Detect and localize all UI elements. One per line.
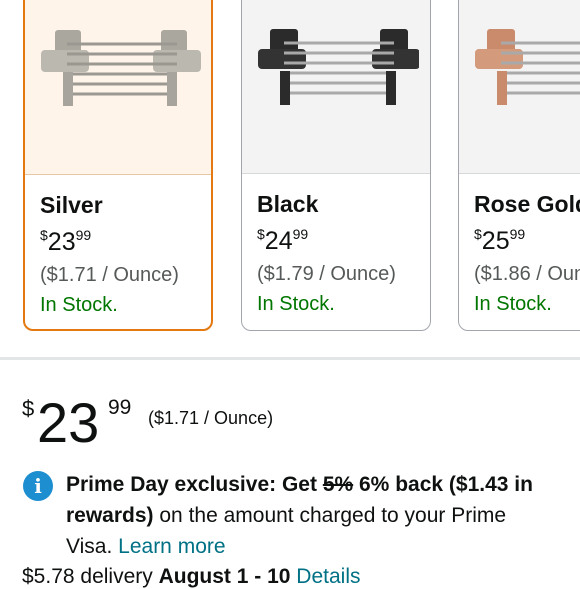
- variant-card-black[interactable]: Black $2499 ($1.79 / Ounce) In Stock.: [241, 0, 431, 331]
- price-whole: 23: [37, 391, 100, 454]
- variant-stock-status: In Stock.: [40, 294, 118, 316]
- price-fraction: 99: [108, 396, 132, 419]
- dish-rack-image: [41, 30, 201, 106]
- price-currency: $: [22, 396, 35, 421]
- variant-unit-price: ($1.86 / Ounce): [474, 263, 580, 285]
- dish-rack-image: [475, 29, 580, 105]
- variant-name: Rose Gold: [474, 191, 580, 217]
- variant-card-rose-gold[interactable]: Rose Gold $2599 ($1.86 / Ounce) In Stock…: [458, 0, 580, 331]
- learn-more-link[interactable]: Learn more: [118, 535, 225, 558]
- variant-image: [459, 0, 580, 174]
- variant-price: $2399: [40, 227, 92, 256]
- price-per-unit: ($1.71 / Ounce): [148, 408, 274, 428]
- variant-stock-status: In Stock.: [257, 293, 335, 315]
- delivery-dates: August 1 - 10: [158, 565, 291, 588]
- prime-visa-promo: Prime Day exclusive: Get 5% 6% back ($1.…: [66, 473, 533, 558]
- variant-price: $2499: [257, 226, 309, 255]
- variant-card-silver[interactable]: Silver $2399 ($1.71 / Ounce) In Stock.: [23, 0, 213, 331]
- variant-selector: Silver $2399 ($1.71 / Ounce) In Stock. B…: [0, 0, 580, 345]
- section-divider: [0, 357, 580, 360]
- info-icon: i: [23, 471, 53, 501]
- variant-unit-price: ($1.79 / Ounce): [257, 263, 396, 285]
- variant-image: [242, 0, 430, 174]
- variant-unit-price: ($1.71 / Ounce): [40, 264, 179, 286]
- variant-stock-status: In Stock.: [474, 293, 552, 315]
- variant-name: Silver: [40, 192, 103, 218]
- variant-image: [25, 0, 211, 175]
- variant-name: Black: [257, 191, 319, 217]
- dish-rack-image: [258, 29, 419, 105]
- old-reward-percent: 5%: [322, 473, 354, 496]
- variant-price: $2599: [474, 226, 526, 255]
- delivery-info: $5.78 delivery August 1 - 10 Details: [22, 565, 361, 588]
- delivery-details-link[interactable]: Details: [296, 565, 360, 588]
